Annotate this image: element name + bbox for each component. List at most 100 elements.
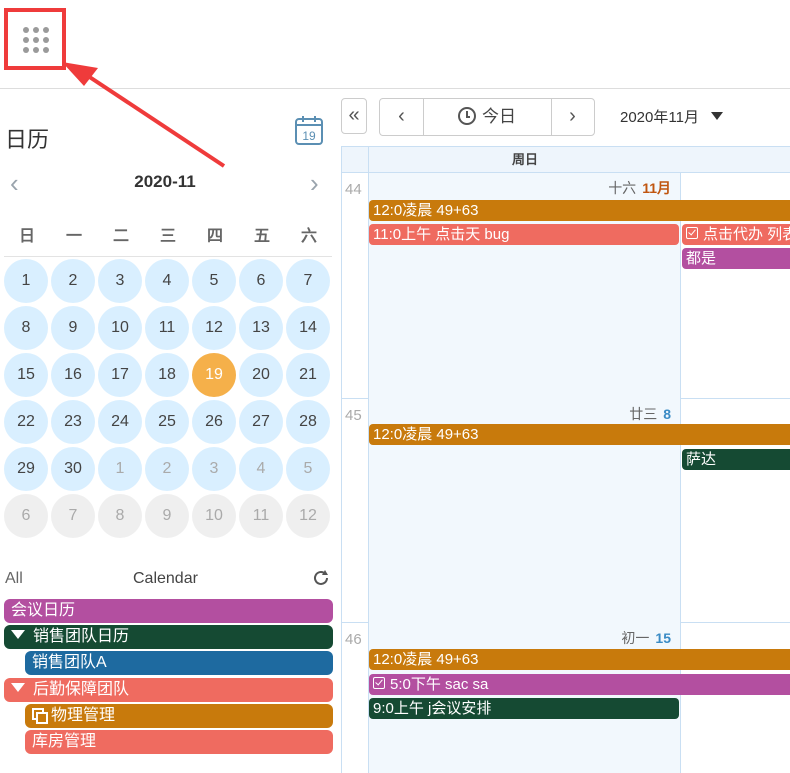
mini-calendar-day[interactable]: 22 <box>4 400 48 444</box>
day-number: 11月 <box>642 180 671 196</box>
mini-calendar-day[interactable]: 30 <box>51 447 95 491</box>
event-bar[interactable]: 点击代办 列表 <box>682 224 790 245</box>
event-bar[interactable]: 12:0凌晨 49+63 <box>369 649 790 670</box>
week-number: 45 <box>345 407 362 424</box>
mini-calendar-day[interactable]: 29 <box>4 447 48 491</box>
calendar-item-meeting[interactable]: 会议日历 <box>4 599 333 623</box>
mini-calendar-day[interactable]: 2 <box>51 259 95 303</box>
mini-calendar-day[interactable]: 11 <box>239 494 283 538</box>
mini-next-month-button[interactable]: › <box>310 170 319 196</box>
calendar-item-sales-team[interactable]: 销售团队日历 <box>4 625 333 649</box>
mini-calendar-day[interactable]: 3 <box>98 259 142 303</box>
mini-calendar-day[interactable]: 4 <box>239 447 283 491</box>
mini-calendar-day[interactable]: 25 <box>145 400 189 444</box>
mini-calendar-day[interactable]: 6 <box>239 259 283 303</box>
day-label: 初一 15 <box>621 628 671 648</box>
mini-calendar-day[interactable]: 1 <box>4 259 48 303</box>
mini-calendar-day[interactable]: 1 <box>98 447 142 491</box>
mini-calendar-day[interactable]: 7 <box>286 259 330 303</box>
mini-calendar-day[interactable]: 2 <box>145 447 189 491</box>
calendar-item-label: 物理管理 <box>51 707 116 724</box>
month-dropdown[interactable]: 2020年11月 <box>620 106 699 127</box>
mini-calendar-day[interactable]: 14 <box>286 306 330 350</box>
caret-down-icon[interactable] <box>11 683 25 693</box>
mini-calendar-day[interactable]: 12 <box>286 494 330 538</box>
event-bar[interactable]: 萨达 <box>682 449 790 470</box>
filter-all-link[interactable]: All <box>5 570 23 588</box>
week-row: 45 廿三 8 12:0凌晨 49+63 萨达 <box>342 399 790 623</box>
event-bar[interactable]: 12:0凌晨 49+63 <box>369 424 790 445</box>
today-label: 今日 <box>482 107 516 126</box>
app-launcher-button[interactable] <box>4 8 66 70</box>
mini-calendar-day[interactable]: 10 <box>98 306 142 350</box>
event-bar[interactable]: 都是 <box>682 248 790 269</box>
event-bar[interactable]: 12:0凌晨 49+63 <box>369 200 790 221</box>
clock-icon <box>458 106 476 125</box>
weekday-label: 四 <box>206 228 223 245</box>
mini-calendar-day[interactable]: 7 <box>51 494 95 538</box>
mini-calendar-day[interactable]: 28 <box>286 400 330 444</box>
day-number: 8 <box>663 406 671 422</box>
calendar-item-physical-management[interactable]: 物理管理 <box>25 704 333 728</box>
mini-calendar-day[interactable]: 12 <box>192 306 236 350</box>
mini-prev-month-button[interactable]: ‹ <box>10 170 19 196</box>
event-bar[interactable]: 5:0下午 sac sa <box>369 674 790 695</box>
mini-calendar-day[interactable]: 10 <box>192 494 236 538</box>
mini-calendar-day[interactable]: 9 <box>145 494 189 538</box>
mini-month-label: 2020-11 <box>134 172 196 191</box>
lunar-date: 廿三 <box>629 406 658 422</box>
mini-calendar-day[interactable]: 26 <box>192 400 236 444</box>
mini-calendar-day[interactable]: 20 <box>239 353 283 397</box>
calendar-item-label: 库房管理 <box>32 733 97 750</box>
mini-calendar-day[interactable]: 24 <box>98 400 142 444</box>
checkbox-icon <box>686 227 698 240</box>
week-number: 44 <box>345 181 362 198</box>
calendar-item-sales-team-a[interactable]: 销售团队A <box>25 651 333 675</box>
calendar-item-label: 销售团队A <box>32 654 107 671</box>
mini-calendar-day[interactable]: 4 <box>145 259 189 303</box>
mini-calendar-day[interactable]: 5 <box>286 447 330 491</box>
weekday-label: 二 <box>112 228 129 245</box>
grid-header: 周日 <box>342 146 790 174</box>
week-row: 46 初一 15 12:0凌晨 49+63 5:0下午 sac sa 9:0上午 … <box>342 623 790 773</box>
mini-calendar-day[interactable]: 19 <box>192 353 236 397</box>
caret-down-icon[interactable] <box>11 630 25 640</box>
mini-calendar-day[interactable]: 8 <box>4 306 48 350</box>
week-row: 44 十六 11月 12:0凌晨 49+63 11:0上午 点击天 bug 点击代… <box>342 173 790 399</box>
mini-calendar-day[interactable]: 27 <box>239 400 283 444</box>
event-bar[interactable]: 11:0上午 点击天 bug <box>369 224 679 245</box>
collapse-sidebar-button[interactable]: « <box>341 98 367 134</box>
mini-calendar-day[interactable]: 5 <box>192 259 236 303</box>
calendar-item-logistics-team[interactable]: 后勤保障团队 <box>4 678 333 702</box>
mini-calendar-day[interactable]: 3 <box>192 447 236 491</box>
week-number: 46 <box>345 631 362 648</box>
mini-calendar-day[interactable]: 15 <box>4 353 48 397</box>
dropdown-caret-icon[interactable] <box>711 112 723 120</box>
next-button[interactable]: › <box>551 99 594 135</box>
mini-calendar-day[interactable]: 16 <box>51 353 95 397</box>
calendar-today-icon[interactable]: 19 <box>294 114 324 146</box>
calendar-item-warehouse[interactable]: 库房管理 <box>25 730 333 754</box>
event-bar[interactable]: 9:0上午 j会议安排 <box>369 698 679 719</box>
weekday-label: 六 <box>300 228 317 245</box>
mini-calendar-day[interactable]: 18 <box>145 353 189 397</box>
mini-calendar-day[interactable]: 21 <box>286 353 330 397</box>
mini-calendar-day[interactable]: 13 <box>239 306 283 350</box>
mini-calendar-day[interactable]: 6 <box>4 494 48 538</box>
event-label: 点击代办 列表 <box>703 226 790 243</box>
mini-calendar-day[interactable]: 17 <box>98 353 142 397</box>
lunar-date: 十六 <box>608 180 637 196</box>
mini-calendar-day[interactable]: 8 <box>98 494 142 538</box>
column-header-sunday: 周日 <box>511 152 538 167</box>
day-label: 廿三 8 <box>629 404 671 424</box>
mini-calendar-day[interactable]: 23 <box>51 400 95 444</box>
today-button[interactable]: 今日 <box>423 99 552 135</box>
date-nav-group: ‹ 今日 › <box>379 98 595 136</box>
mini-calendar-day[interactable]: 9 <box>51 306 95 350</box>
mini-calendar-day[interactable]: 11 <box>145 306 189 350</box>
weekday-label: 日 <box>18 228 35 245</box>
prev-button[interactable]: ‹ <box>380 99 424 135</box>
refresh-icon[interactable] <box>311 568 331 588</box>
day-number: 15 <box>655 630 671 646</box>
weekday-label: 一 <box>65 228 82 245</box>
